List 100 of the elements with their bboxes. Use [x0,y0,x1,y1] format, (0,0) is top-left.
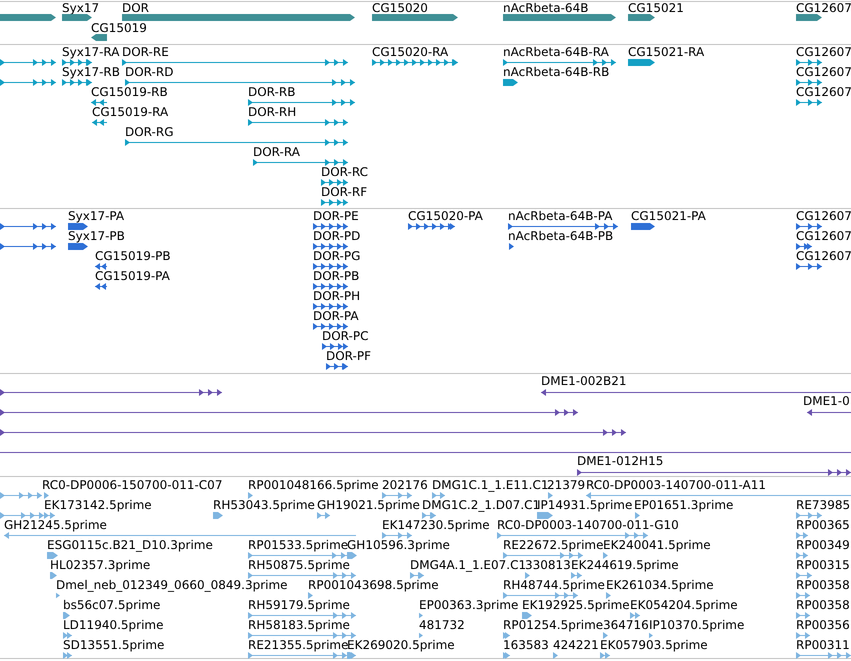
feature-label: CG15019-PB [95,250,171,263]
est-glyph [634,512,640,519]
est-glyph [63,612,70,619]
feature-label: nAcRbeta-64B-RA [503,46,609,59]
protein-glyph [313,303,348,310]
feature-label: RH58183.5prime [248,619,350,632]
feature-label: RE22672.5prime [503,539,604,552]
feature-label: RP00311 [796,639,850,652]
est-glyph [56,592,60,599]
est-glyph [796,512,822,519]
est-glyph [47,552,58,559]
feature-label: DOR-RB [248,86,296,99]
est-glyph [796,632,810,639]
feature-label: nAcRbeta-64B-RB [503,66,610,79]
feature-label: DOR-PA [313,310,359,323]
protein-glyph [508,243,514,250]
est-glyph [796,572,812,579]
feature-label: nAcRbeta-64B [503,2,588,15]
feature-label: CG15021-PA [631,210,706,223]
transcript-glyph [628,59,655,66]
feature-label: CG12607 [796,2,851,15]
feature-label: DOR-PB [313,270,360,283]
feature-label: EK192925.5prime [522,599,630,612]
est-glyph [796,532,808,539]
feature-label: RP00349 [796,539,850,552]
feature-label: RH53043.5prime [213,499,315,512]
feature-label: Syx17-PA [68,210,124,223]
feature-label: CG15019-RB [91,86,168,99]
feature-label: DMG1C.1_1.E11.C1 [432,479,548,492]
clone-glyph [807,409,851,416]
feature-label: 21379 [547,479,586,492]
est-glyph [630,612,640,619]
est-glyph [553,652,558,659]
feature-label: DOR-PC [322,330,368,343]
feature-label: RH48744.5prime [503,579,605,592]
feature-label: 202176 [382,479,428,492]
feature-label: GH10596.3prime [347,539,450,552]
protein-glyph [0,223,56,230]
gene-glyph [91,34,107,41]
transcript-glyph [62,79,92,86]
feature-label: LD11940.5prime [63,619,164,632]
feature-label: DOR-PG [313,250,360,263]
feature-label: 481732 [419,619,465,632]
feature-label: ESG0115c.B21_D10.3prime [47,539,213,552]
feature-label: Syx17-PB [68,230,125,243]
feature-label: DOR-RE [122,46,169,59]
feature-label: RC0-DP0006-150700-011-C07 [42,479,222,492]
feature-label: RC0-DP0003-140700-011-A11 [586,479,766,492]
est-glyph [308,592,313,599]
feature-label: 163583 [503,639,549,652]
feature-label: GH21245.5prime [4,519,107,532]
est-glyph [522,612,532,619]
feature-label: CG12607 [796,250,851,263]
feature-label: 424221 [553,639,599,652]
feature-label: DOR-RG [125,126,174,139]
feature-label: Dmel_neb_012349_0660_0849.3prime [56,579,288,592]
est-glyph [382,492,412,499]
est-glyph [796,552,808,559]
protein-glyph [796,263,822,270]
feature-label: EK147230.5prime [382,519,490,532]
est-glyph [525,572,530,579]
est-glyph [603,552,608,559]
feature-label: DOR [122,2,150,15]
gene-glyph [0,14,56,21]
protein-glyph [322,343,348,350]
feature-label: CG15021-RA [628,46,704,59]
feature-label: DOR-PH [313,290,360,303]
est-glyph [422,512,436,519]
feature-label: SD13551.5prime [63,639,164,652]
transcript-glyph [503,79,518,86]
feature-label: RP001048166.5prime [248,479,379,492]
est-glyph [213,512,223,519]
feature-label: DOR-PF [326,350,372,363]
feature-label: Syx17-RA [62,46,120,59]
feature-label: RP00315 [796,559,850,572]
est-glyph [503,632,510,639]
transcript-glyph [321,199,348,206]
feature-label: DMG4A.1_1.E07.C1 [410,559,526,572]
est-glyph [796,592,810,599]
feature-label: IP10370.5prime [649,619,744,632]
feature-label: 330813 [525,559,571,572]
est-glyph [50,572,57,579]
est-glyph [63,652,72,659]
feature-label: EP00363.3prime [419,599,518,612]
feature-label: DOR-PD [313,230,360,243]
feature-label: CG15020-PA [408,210,483,223]
feature-label: HL02357.3prime [50,559,150,572]
feature-label: RP001043698.5prime [308,579,439,592]
feature-label: RP00358 [796,579,850,592]
est-glyph [419,632,423,639]
est-glyph [547,492,553,499]
feature-label: CG15019 [91,22,147,35]
transcript-glyph [0,79,56,86]
feature-label: Syx17 [62,2,100,15]
feature-label: RP01254.5prime [503,619,604,632]
feature-label: bs56c07.5prime [63,599,160,612]
gene-glyph [62,14,92,21]
feature-label: DOR-RF [321,186,368,199]
protein-glyph [95,263,107,270]
feature-label: EP01651.3prime [634,499,734,512]
